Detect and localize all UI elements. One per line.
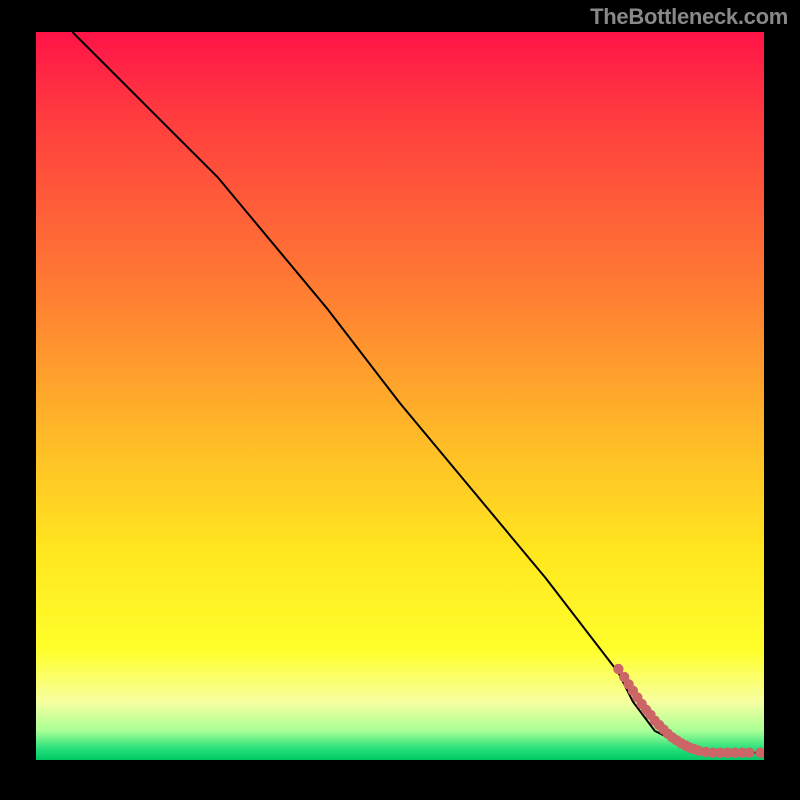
watermark-label: TheBottleneck.com: [590, 4, 788, 30]
plot-area: [36, 32, 764, 760]
curve-path: [72, 32, 764, 753]
data-dot: [744, 748, 754, 758]
chart-overlay: [36, 32, 764, 760]
chart-frame: TheBottleneck.com: [0, 0, 800, 800]
data-dot: [755, 748, 764, 758]
